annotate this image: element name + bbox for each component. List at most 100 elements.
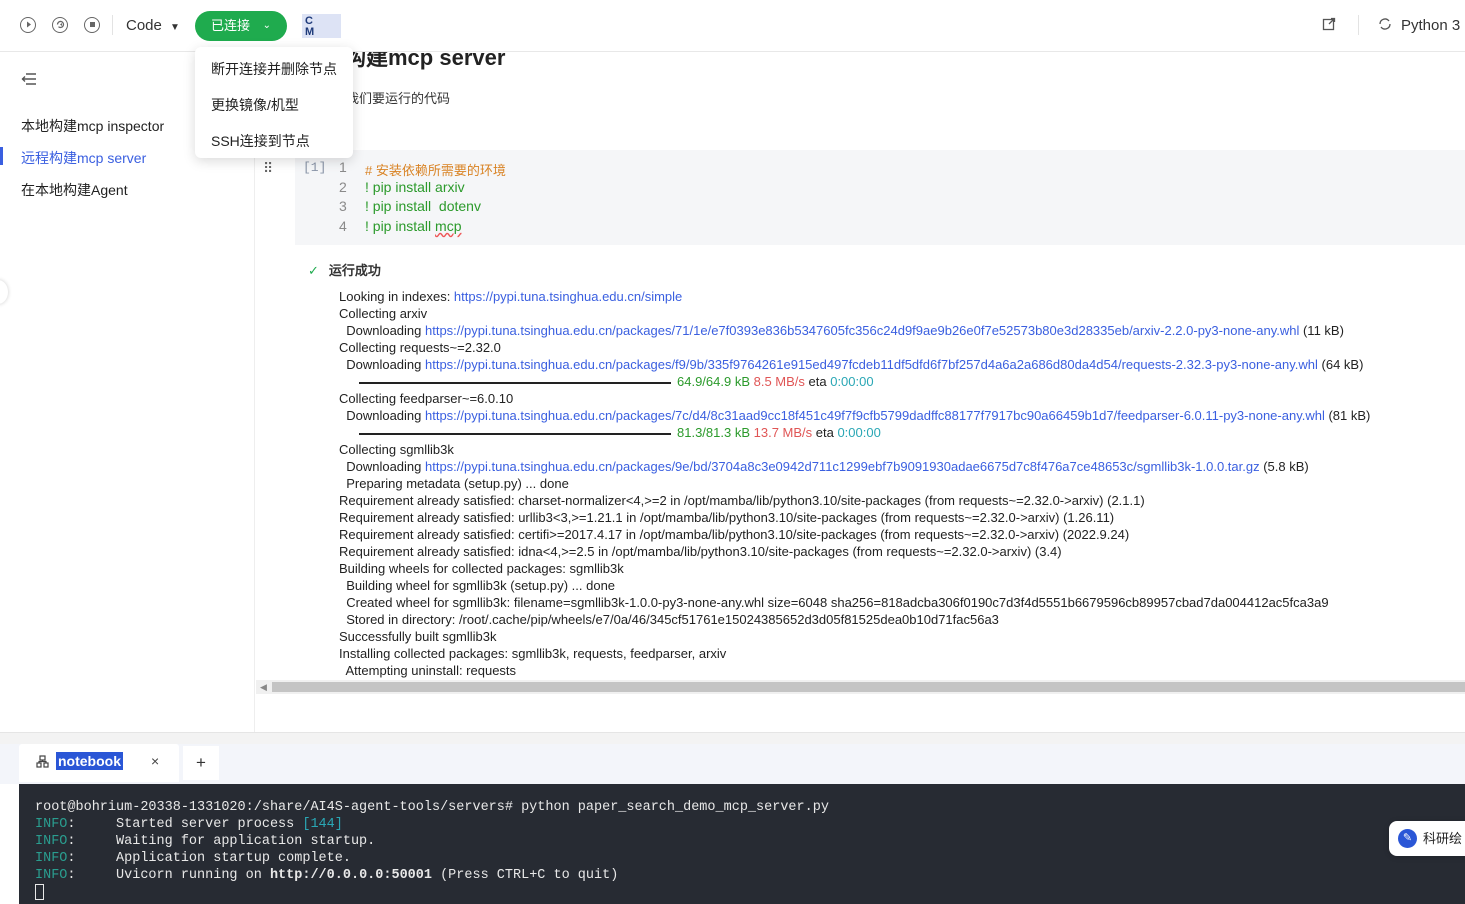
terminal-tab-label: notebook (56, 752, 123, 770)
progress-eta-label: eta (812, 425, 838, 440)
output-link[interactable]: https://pypi.tuna.tsinghua.edu.cn/packag… (425, 408, 1325, 423)
log-sep: : (67, 834, 117, 849)
markdown-paragraph: 我们要运行的代码 (346, 91, 451, 106)
drag-handle-icon[interactable]: ⠿ (263, 161, 273, 175)
log-level: INFO (35, 817, 68, 832)
progress-speed: 13.7 MB/s (753, 425, 813, 440)
log-level: INFO (35, 851, 68, 866)
terminal-prompt: root@bohrium-20338-1331020:/share/AI4S-a… (35, 800, 829, 815)
logo-letter-bottom: M (305, 26, 315, 38)
log-sep: : (67, 851, 117, 866)
progress-bar (359, 381, 671, 384)
progress-eta: 0:00:00 (837, 425, 881, 440)
output-text: Collecting arxiv (339, 306, 428, 321)
log-level: INFO (35, 868, 68, 883)
code-line[interactable]: # 安装依赖所需要的环境 (365, 160, 506, 179)
outline-item-mcp-inspector[interactable]: 本地构建mcp inspector (21, 116, 164, 136)
terminal-tab[interactable]: notebook × (19, 744, 179, 782)
code-cell[interactable]: [1] 1 2 3 4 # 安装依赖所需要的环境 ! pip install a… (295, 150, 1465, 245)
kernel-status-icon (1377, 17, 1393, 33)
terminal-tab-bar: notebook × + (0, 744, 1465, 784)
progress-eta-label: eta (804, 374, 831, 389)
chevron-down-icon: ⌄ (262, 20, 271, 31)
line-number: 1 (339, 159, 347, 175)
output-link[interactable]: https://pypi.tuna.tsinghua.edu.cn/simple (454, 289, 682, 304)
output-text: Collecting requests~=2.32.0 (339, 340, 501, 355)
execution-count: [1] (303, 160, 327, 175)
horizontal-scrollbar[interactable]: ◀ (256, 680, 1465, 694)
panel-divider[interactable] (0, 732, 1465, 744)
output-text: (81 kB) (1324, 408, 1371, 423)
floating-assistant-button[interactable]: ✎ 科研绘 (1389, 821, 1465, 856)
open-external-icon[interactable] (1321, 17, 1337, 33)
check-icon: ✓ (308, 263, 319, 278)
menu-item-change-image[interactable]: 更换镜像/机型 (211, 95, 299, 115)
run-cell-icon[interactable] (20, 17, 36, 33)
assistant-icon: ✎ (1398, 829, 1417, 848)
log-message: (Press CTRL+C to quit) (431, 868, 619, 883)
toolbar-divider (1358, 15, 1359, 35)
menu-item-disconnect[interactable]: 断开连接并删除节点 (211, 59, 337, 79)
cell-type-label: Code (126, 17, 162, 34)
add-terminal-button[interactable]: + (183, 746, 219, 780)
line-number: 3 (339, 198, 347, 214)
log-sep: : (67, 817, 117, 832)
progress-bar (359, 432, 671, 435)
toolbar-divider (112, 15, 113, 35)
output-text: Downloading (339, 323, 425, 338)
code-line[interactable]: ! pip install dotenv (365, 198, 481, 214)
output-link[interactable]: https://pypi.tuna.tsinghua.edu.cn/packag… (425, 459, 1260, 474)
output-text: Collecting sgmllib3k (339, 442, 454, 457)
log-level: INFO (35, 834, 68, 849)
output-text: Downloading (339, 357, 425, 372)
cell-output: Looking in indexes: https://pypi.tuna.ts… (339, 288, 1370, 679)
progress-size: 81.3/81.3 kB (677, 425, 750, 440)
notebook-toolbar: Code ▼ 已连接 ⌄ C M Python 3 (0, 0, 1465, 52)
code-line[interactable]: ! pip install arxiv (365, 179, 465, 195)
connection-button[interactable]: 已连接 ⌄ (195, 11, 287, 41)
terminal-cursor (35, 884, 44, 900)
kernel-name[interactable]: Python 3 (1401, 17, 1460, 34)
progress-speed: 8.5 MB/s (753, 374, 805, 389)
spellcheck-word: mcp (435, 218, 462, 234)
code-line[interactable]: ! pip install mcp (365, 218, 462, 234)
outline-item-agent[interactable]: 在本地构建Agent (21, 180, 128, 200)
log-message: Waiting for application startup. (116, 834, 376, 849)
output-text: Collecting feedparser~=6.0.10 (339, 391, 514, 406)
close-icon[interactable]: × (151, 753, 159, 769)
cm-logo[interactable]: C M (302, 14, 341, 38)
log-message: Application startup complete. (116, 851, 351, 866)
caret-down-icon: ▼ (170, 22, 180, 33)
log-sep: : (67, 868, 117, 883)
output-text: Downloading (339, 408, 425, 423)
progress-size: 64.9/64.9 kB (677, 374, 750, 389)
log-url: http://0.0.0.0:50001 (269, 868, 432, 883)
outline-item-mcp-server[interactable]: 远程构建mcp server (21, 148, 146, 168)
cell-type-select[interactable]: Code ▼ (126, 17, 180, 34)
line-number: 4 (339, 218, 347, 234)
output-text: (11 kB) (1299, 323, 1344, 338)
scrollbar-thumb[interactable] (272, 682, 1465, 692)
stop-icon[interactable] (84, 17, 100, 33)
output-text: Looking in indexes: (339, 289, 454, 304)
markdown-heading: 构建mcp server (344, 52, 506, 70)
terminal-output[interactable]: root@bohrium-20338-1331020:/share/AI4S-a… (19, 784, 1465, 904)
connection-status-label: 已连接 (211, 18, 251, 33)
output-text: (64 kB) (1317, 357, 1364, 372)
log-pid: [144] (302, 817, 343, 832)
scroll-left-icon[interactable]: ◀ (260, 680, 267, 694)
output-link[interactable]: https://pypi.tuna.tsinghua.edu.cn/packag… (425, 357, 1318, 372)
run-status: ✓ 运行成功 (308, 260, 381, 279)
sitemap-icon (36, 755, 49, 771)
notebook-content: 构建mcp server 我们要运行的代码 ⠿ [1] 1 2 3 4 # 安装… (256, 52, 1465, 732)
log-message: Started server process (116, 817, 303, 832)
restart-kernel-icon[interactable] (52, 17, 68, 33)
collapse-sidebar-icon[interactable] (21, 72, 37, 91)
output-link[interactable]: https://pypi.tuna.tsinghua.edu.cn/packag… (425, 323, 1299, 338)
progress-eta: 0:00:00 (830, 374, 874, 389)
assistant-label: 科研绘 (1423, 831, 1463, 846)
menu-item-ssh[interactable]: SSH连接到节点 (211, 131, 310, 151)
active-indicator (0, 147, 3, 165)
output-text: (5.8 kB) (1259, 459, 1309, 474)
log-message: Uvicorn running on (116, 868, 270, 883)
